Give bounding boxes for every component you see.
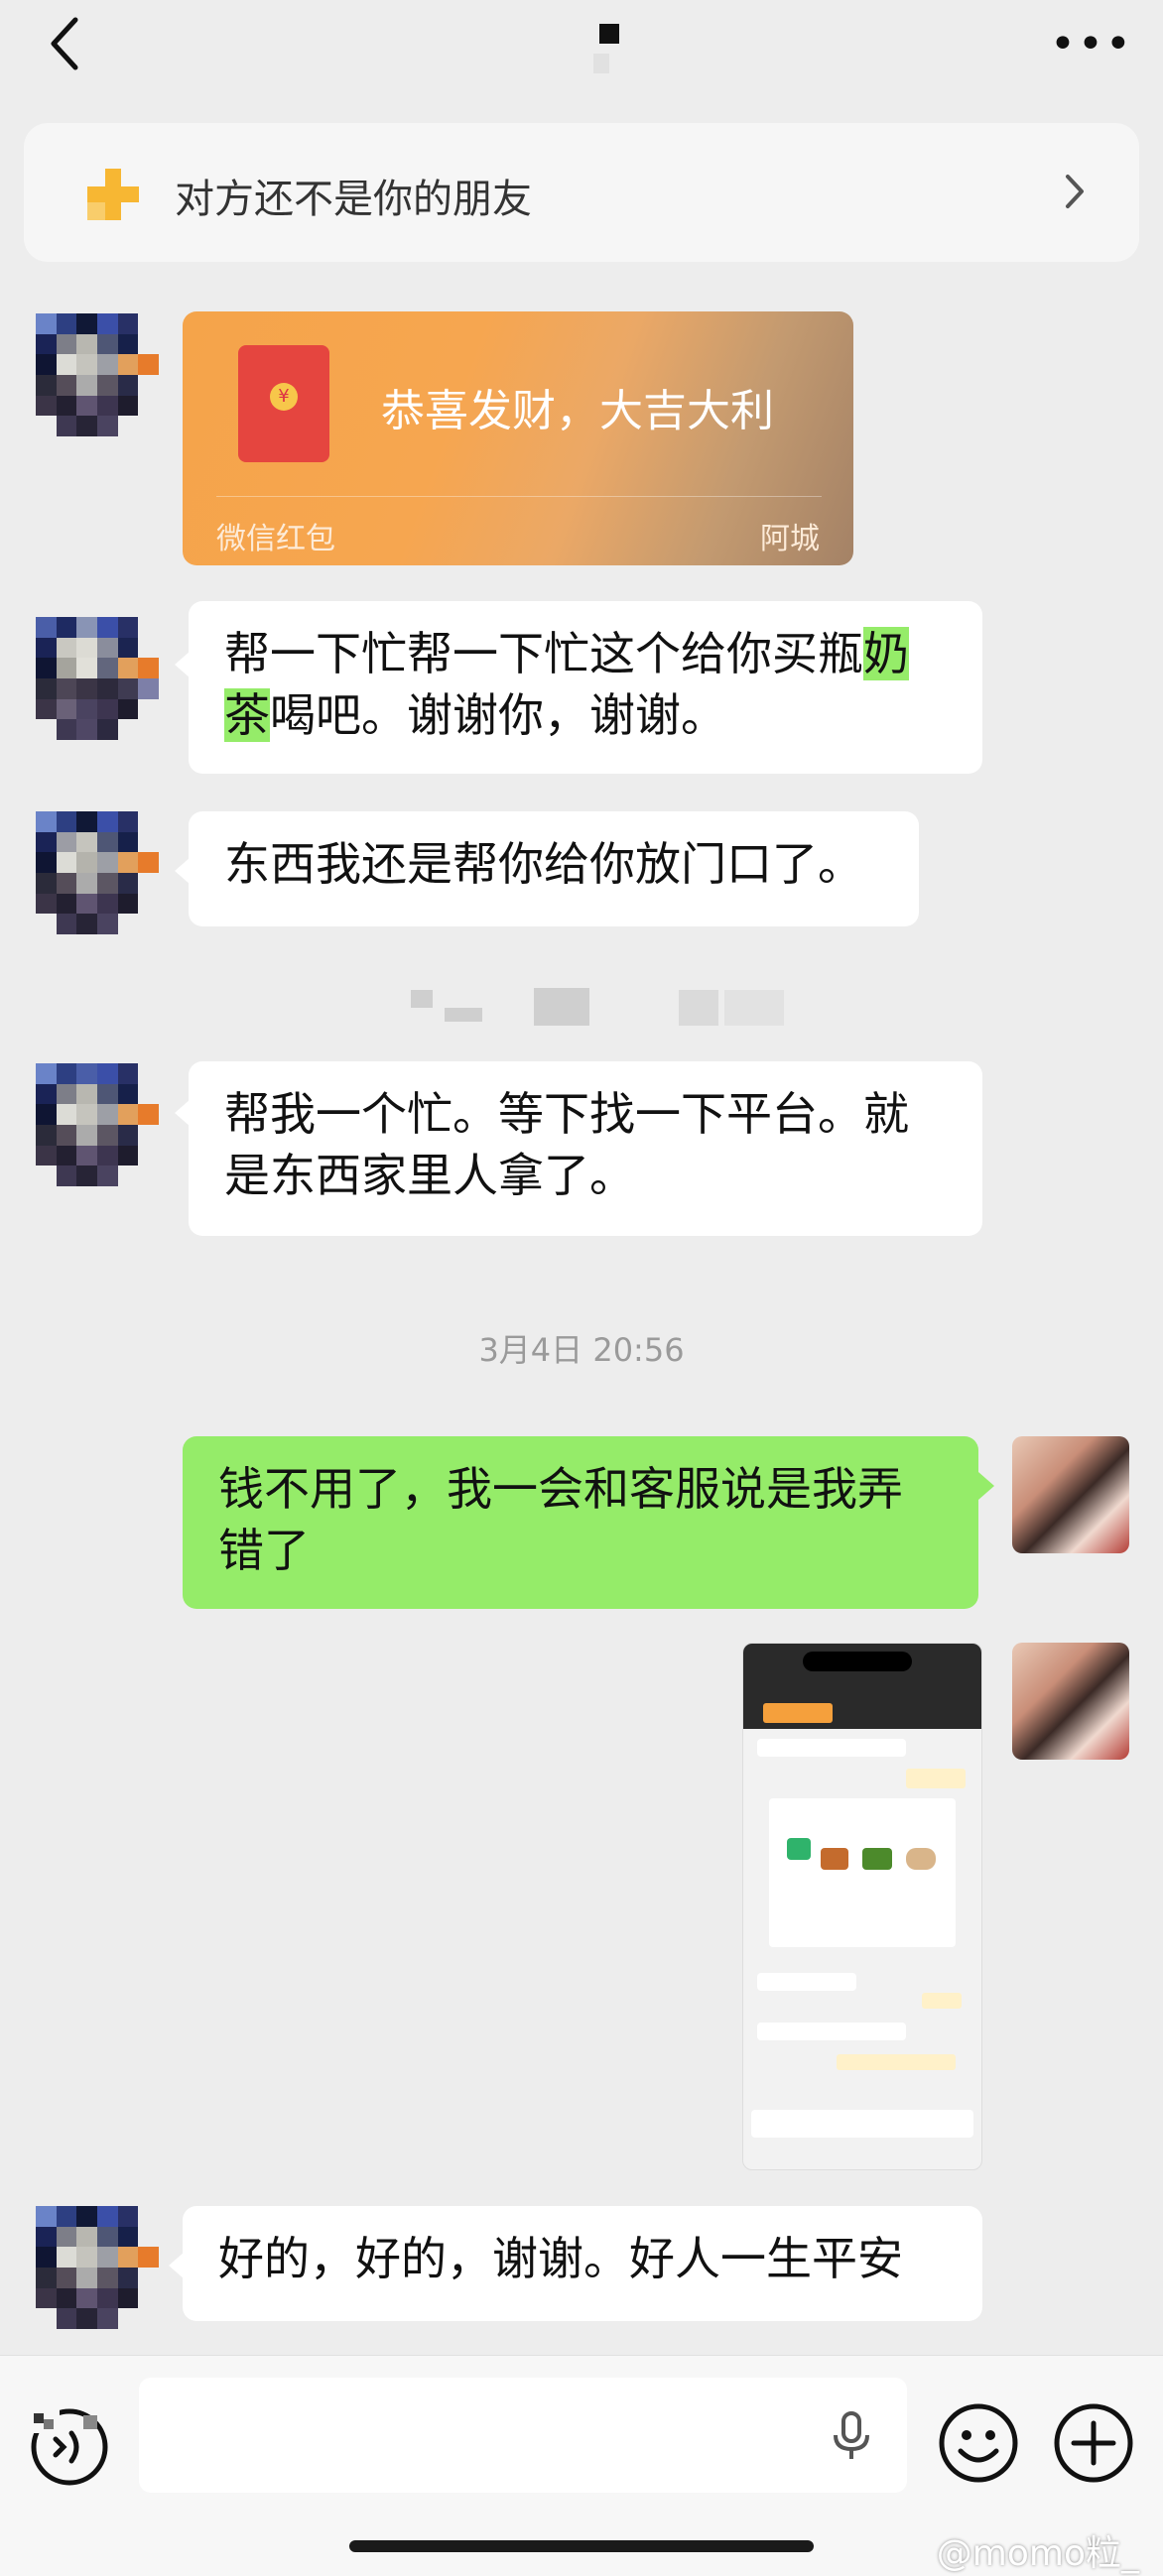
screenshot-product bbox=[906, 1848, 936, 1870]
message-text: 是东西家里人拿了。 bbox=[224, 1149, 635, 1202]
screenshot-row bbox=[757, 1739, 906, 1757]
contact-avatar[interactable] bbox=[36, 2206, 159, 2329]
message-bubble[interactable]: 帮我一个忙。等下找一下平台。就 是东西家里人拿了。 bbox=[189, 1061, 982, 1236]
contact-avatar[interactable] bbox=[36, 811, 159, 934]
highlighted-text: 茶 bbox=[224, 688, 270, 742]
pixelated-system-notice bbox=[445, 1008, 482, 1022]
red-packet-message[interactable]: ¥ 恭喜发财，大吉大利 微信红包 阿城 bbox=[183, 311, 853, 565]
my-avatar[interactable] bbox=[1012, 1436, 1129, 1553]
chat-title-pixelated bbox=[599, 24, 619, 44]
screenshot-input bbox=[751, 2110, 973, 2138]
screenshot-row bbox=[757, 2023, 906, 2040]
home-indicator bbox=[349, 2540, 814, 2552]
more-options-icon[interactable]: ••• bbox=[1050, 23, 1133, 66]
screenshot-order-card bbox=[769, 1798, 956, 1947]
input-bar: @momo粒_ bbox=[0, 2355, 1163, 2576]
screenshot-banner bbox=[763, 1703, 833, 1723]
pixelated-system-notice bbox=[534, 988, 589, 1026]
contact-avatar[interactable] bbox=[36, 617, 159, 740]
screenshot-product bbox=[821, 1848, 848, 1870]
contact-avatar[interactable] bbox=[36, 1063, 159, 1186]
screenshot-notch bbox=[803, 1652, 912, 1671]
screenshot-row bbox=[906, 1769, 966, 1788]
message-text: 错了 bbox=[218, 1524, 310, 1577]
emoji-icon[interactable] bbox=[937, 2401, 1020, 2485]
message-text: 东西我还是帮你给你放门口了。 bbox=[224, 837, 863, 891]
message-text: 帮我一个忙。等下找一下平台。就 bbox=[224, 1087, 909, 1141]
message-bubble[interactable]: 东西我还是帮你给你放门口了。 bbox=[189, 811, 919, 926]
message-text: 喝吧。谢谢你，谢谢。 bbox=[270, 688, 726, 742]
pixelated-system-notice bbox=[411, 990, 433, 1008]
message-bubble[interactable]: 帮一下忙帮一下忙这个给你买瓶奶茶喝吧。谢谢你，谢谢。 bbox=[189, 601, 982, 774]
banner-text: 对方还不是你的朋友 bbox=[175, 177, 532, 222]
screenshot-row bbox=[757, 1973, 856, 1991]
red-packet-greeting: 恭喜发财，大吉大利 bbox=[381, 386, 774, 436]
yuan-coin-icon: ¥ bbox=[270, 383, 298, 411]
contact-avatar[interactable] bbox=[36, 313, 159, 436]
my-message-bubble[interactable]: 钱不用了，我一会和客服说是我弄 错了 bbox=[183, 1436, 978, 1609]
watermark: @momo粒_ bbox=[936, 2533, 1139, 2574]
red-packet-sender: 阿城 bbox=[760, 522, 820, 556]
not-friend-banner[interactable]: 对方还不是你的朋友 bbox=[24, 123, 1139, 262]
message-text: 帮一下忙帮一下忙这个给你买瓶 bbox=[224, 627, 863, 680]
bubble-tail bbox=[978, 1472, 994, 1500]
chat-title-pixelated-2 bbox=[593, 54, 609, 73]
plus-icon[interactable] bbox=[1052, 2401, 1135, 2485]
message-text: 好的，好的，谢谢。好人一生平安 bbox=[218, 2232, 903, 2285]
pixelated-system-notice bbox=[724, 990, 784, 1026]
red-envelope-icon: ¥ bbox=[238, 345, 329, 462]
screenshot-row bbox=[922, 1993, 962, 2009]
voice-input-icon[interactable] bbox=[28, 2405, 111, 2489]
my-avatar[interactable] bbox=[1012, 1643, 1129, 1760]
red-packet-divider bbox=[216, 496, 822, 497]
image-message[interactable] bbox=[742, 1643, 982, 2170]
chat-timestamp: 3月4日 20:56 bbox=[478, 1331, 685, 1369]
back-arrow-icon[interactable] bbox=[40, 14, 99, 73]
message-bubble[interactable]: 好的，好的，谢谢。好人一生平安 bbox=[183, 2206, 982, 2321]
red-packet-label: 微信红包 bbox=[216, 522, 335, 556]
screenshot-logo bbox=[787, 1838, 811, 1860]
add-friend-icon bbox=[87, 169, 139, 220]
microphone-icon[interactable] bbox=[824, 2407, 879, 2463]
highlighted-text: 奶 bbox=[863, 627, 909, 680]
screenshot-row bbox=[837, 2054, 956, 2070]
message-input[interactable] bbox=[139, 2378, 907, 2493]
top-bar: ••• bbox=[0, 0, 1163, 119]
message-text: 钱不用了，我一会和客服说是我弄 bbox=[218, 1462, 903, 1516]
pixelated-system-notice bbox=[679, 990, 718, 1026]
chevron-right-icon bbox=[1066, 175, 1084, 208]
screenshot-product bbox=[862, 1848, 892, 1870]
